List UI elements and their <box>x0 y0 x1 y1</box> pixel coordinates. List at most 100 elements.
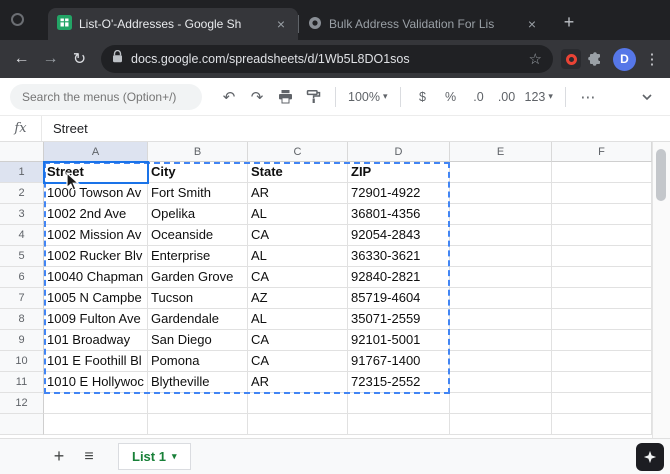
more-formats-button[interactable]: 123▾ <box>522 84 556 110</box>
column-header-C[interactable]: C <box>248 142 348 162</box>
recorder-extension-icon[interactable] <box>561 49 581 69</box>
cell[interactable] <box>552 414 652 435</box>
redo-icon[interactable]: ↷ <box>244 84 270 110</box>
cell[interactable] <box>248 414 348 435</box>
cell[interactable] <box>450 225 552 246</box>
zoom-select[interactable]: 100%▾ <box>345 84 391 110</box>
cell[interactable]: 72315-2552 <box>348 372 450 393</box>
cell[interactable] <box>552 246 652 267</box>
bookmark-star-icon[interactable]: ☆ <box>529 50 542 68</box>
cell[interactable]: Fort Smith <box>148 183 248 204</box>
cell[interactable]: 36801-4356 <box>348 204 450 225</box>
cell[interactable]: San Diego <box>148 330 248 351</box>
cell[interactable]: ZIP <box>348 162 450 183</box>
cell[interactable] <box>450 246 552 267</box>
cell[interactable] <box>450 393 552 414</box>
cell[interactable] <box>450 414 552 435</box>
browser-tab-article[interactable]: Bulk Address Validation For Lis × <box>299 8 549 40</box>
row-header[interactable]: 3 <box>0 204 44 225</box>
cell[interactable] <box>450 288 552 309</box>
print-icon[interactable] <box>272 84 298 110</box>
vertical-scrollbar[interactable] <box>652 142 670 438</box>
cell[interactable]: CA <box>248 267 348 288</box>
cell[interactable]: 1005 N Campbe <box>44 288 148 309</box>
window-control-icon[interactable] <box>11 13 24 26</box>
undo-icon[interactable]: ↶ <box>216 84 242 110</box>
cell[interactable] <box>450 309 552 330</box>
column-header-E[interactable]: E <box>450 142 552 162</box>
cell[interactable]: Street <box>44 162 148 183</box>
cell[interactable] <box>552 267 652 288</box>
row-header[interactable]: 8 <box>0 309 44 330</box>
cell[interactable] <box>450 204 552 225</box>
cell[interactable] <box>552 330 652 351</box>
cell[interactable]: AL <box>248 246 348 267</box>
cell[interactable]: Opelika <box>148 204 248 225</box>
increase-decimal-button[interactable]: .00 <box>494 84 520 110</box>
toolbar-overflow-button[interactable]: ⋯ <box>575 84 601 110</box>
cell[interactable]: AR <box>248 183 348 204</box>
format-percent-button[interactable]: % <box>438 84 464 110</box>
cell[interactable] <box>348 393 450 414</box>
cell[interactable] <box>552 309 652 330</box>
forward-icon[interactable]: → <box>37 46 64 73</box>
new-tab-button[interactable]: + <box>555 8 583 36</box>
url-bar[interactable]: docs.google.com/spreadsheets/d/1Wb5L8DO1… <box>101 45 553 73</box>
cell[interactable] <box>450 267 552 288</box>
column-header-F[interactable]: F <box>552 142 652 162</box>
hide-menus-chevron-icon[interactable] <box>634 84 660 110</box>
row-header[interactable]: 12 <box>0 393 44 414</box>
format-currency-button[interactable]: $ <box>410 84 436 110</box>
cell[interactable] <box>552 393 652 414</box>
cell[interactable]: 92101-5001 <box>348 330 450 351</box>
cell[interactable]: 1002 Rucker Blv <box>44 246 148 267</box>
cell[interactable]: AL <box>248 309 348 330</box>
cell[interactable]: Garden Grove <box>148 267 248 288</box>
search-menus-input[interactable] <box>10 84 202 110</box>
cell[interactable] <box>552 162 652 183</box>
tab-close-icon[interactable]: × <box>273 16 289 32</box>
cell[interactable]: AR <box>248 372 348 393</box>
paint-format-icon[interactable] <box>300 84 326 110</box>
cell[interactable]: 101 Broadway <box>44 330 148 351</box>
cell[interactable] <box>450 162 552 183</box>
cell[interactable] <box>552 183 652 204</box>
cell[interactable]: 36330-3621 <box>348 246 450 267</box>
scrollbar-thumb[interactable] <box>656 149 666 201</box>
cell[interactable] <box>248 393 348 414</box>
cell[interactable]: 85719-4604 <box>348 288 450 309</box>
cell[interactable] <box>552 288 652 309</box>
cell[interactable]: AZ <box>248 288 348 309</box>
row-header[interactable]: 10 <box>0 351 44 372</box>
cell[interactable]: CA <box>248 225 348 246</box>
cell[interactable]: Blytheville <box>148 372 248 393</box>
browser-menu-icon[interactable]: ⋮ <box>642 50 662 68</box>
cell[interactable] <box>148 393 248 414</box>
cell[interactable]: 1000 Towson Av <box>44 183 148 204</box>
all-sheets-menu-icon[interactable]: ≡ <box>74 442 104 472</box>
decrease-decimal-button[interactable]: .0 <box>466 84 492 110</box>
cell[interactable]: 92840-2821 <box>348 267 450 288</box>
row-header[interactable]: 1 <box>0 162 44 183</box>
cell[interactable]: Enterprise <box>148 246 248 267</box>
column-header-D[interactable]: D <box>348 142 450 162</box>
column-header-A[interactable]: A <box>44 142 148 162</box>
cell[interactable]: 92054-2843 <box>348 225 450 246</box>
row-header[interactable]: 11 <box>0 372 44 393</box>
row-header[interactable]: 9 <box>0 330 44 351</box>
profile-avatar[interactable]: D <box>613 48 636 71</box>
back-icon[interactable]: ← <box>8 46 35 73</box>
cell[interactable] <box>552 204 652 225</box>
cell[interactable]: Tucson <box>148 288 248 309</box>
extensions-puzzle-icon[interactable] <box>583 47 607 71</box>
cell[interactable]: 10040 Chapman <box>44 267 148 288</box>
cell[interactable]: 1002 Mission Av <box>44 225 148 246</box>
cell[interactable] <box>450 351 552 372</box>
cell[interactable]: 35071-2559 <box>348 309 450 330</box>
cell[interactable]: Gardendale <box>148 309 248 330</box>
cell[interactable]: State <box>248 162 348 183</box>
cell[interactable] <box>552 351 652 372</box>
cell[interactable] <box>450 372 552 393</box>
cell[interactable]: 91767-1400 <box>348 351 450 372</box>
add-sheet-button[interactable]: + <box>44 442 74 472</box>
